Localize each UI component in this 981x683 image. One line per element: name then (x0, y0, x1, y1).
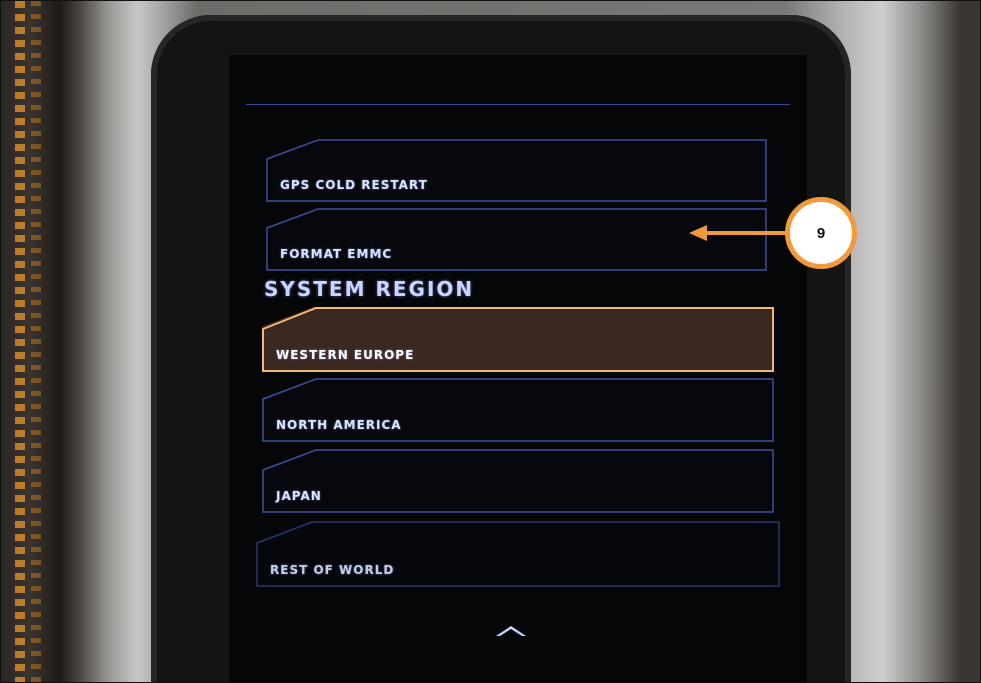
gps-cold-restart-button[interactable]: GPS COLD RESTART (266, 139, 767, 202)
leather-stitching-inner (31, 1, 41, 682)
button-outline (262, 449, 774, 513)
leather-stitching (15, 1, 25, 682)
gps-cold-restart-label: GPS COLD RESTART (280, 178, 428, 192)
button-outline-selected (262, 307, 774, 372)
system-region-title: SYSTEM REGION (264, 277, 475, 301)
rest-of-world-label: REST OF WORLD (270, 563, 395, 577)
photo-frame: GPS COLD RESTART FORMAT EMMC SYSTEM REGI… (0, 0, 981, 683)
north-america-label: NORTH AMERICA (276, 418, 402, 432)
format-emmc-label: FORMAT EMMC (280, 247, 393, 261)
callout-arrow-icon (689, 225, 789, 241)
infotainment-screen: GPS COLD RESTART FORMAT EMMC SYSTEM REGI… (229, 55, 807, 682)
western-europe-label: WESTERN EUROPE (276, 348, 415, 362)
header-divider (246, 104, 790, 105)
button-outline (262, 378, 774, 442)
chevron-up-icon[interactable] (496, 623, 526, 637)
button-outline (256, 521, 780, 587)
japan-label: JAPAN (276, 489, 322, 503)
region-option-western-europe[interactable]: WESTERN EUROPE (262, 307, 774, 372)
region-option-japan[interactable]: JAPAN (262, 449, 774, 513)
button-outline (266, 139, 767, 202)
callout-badge: 9 (785, 197, 857, 269)
callout-number: 9 (816, 224, 826, 242)
region-option-north-america[interactable]: NORTH AMERICA (262, 378, 774, 442)
region-option-rest-of-world[interactable]: REST OF WORLD (256, 521, 780, 587)
